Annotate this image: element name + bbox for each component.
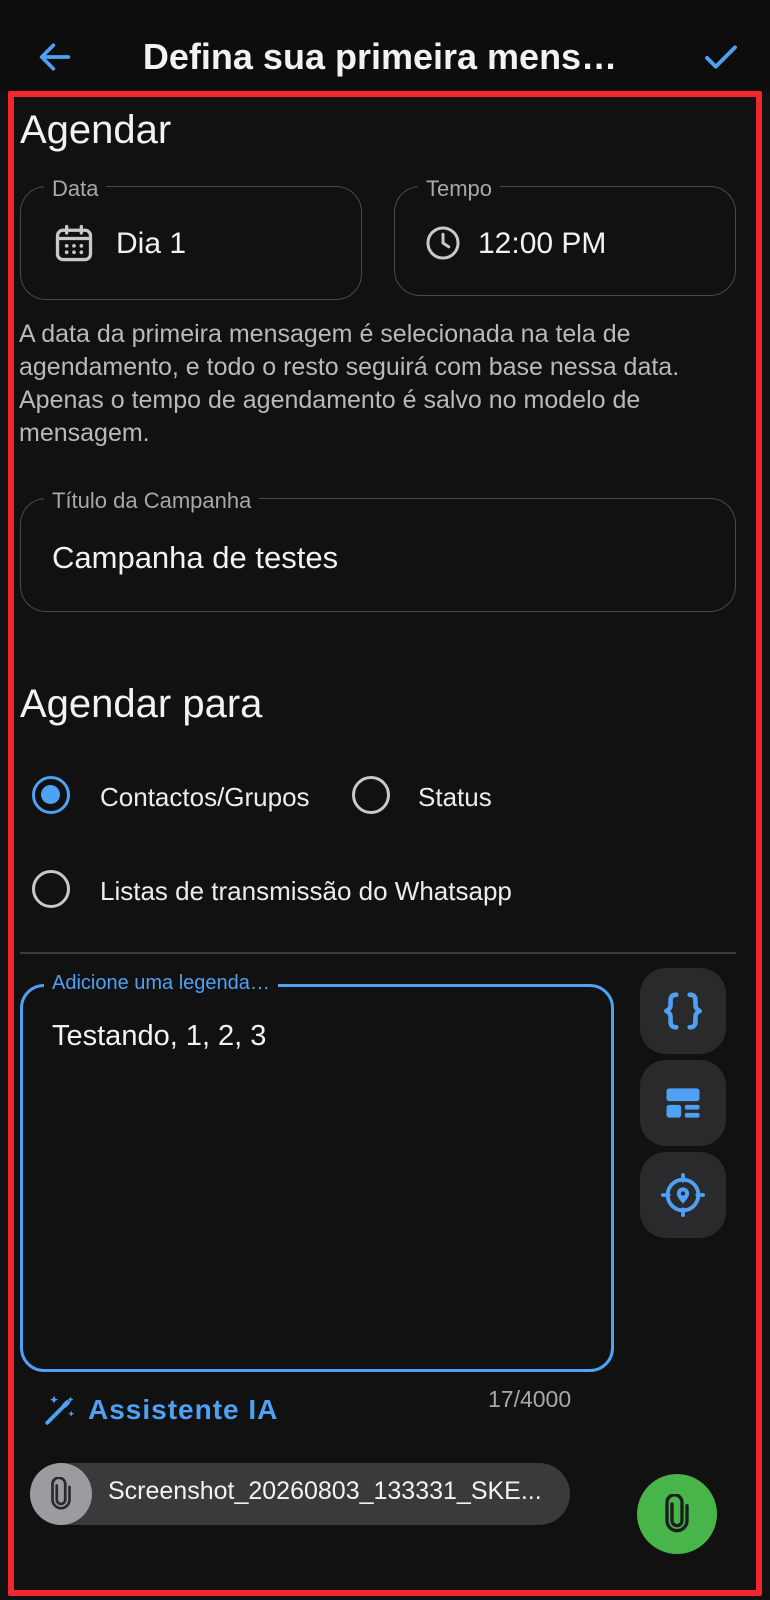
attach-fab-button[interactable] [637, 1474, 717, 1554]
radio-broadcast-lists-label: Listas de transmissão do Whatsapp [100, 876, 512, 906]
schedule-for-title: Agendar para [20, 682, 263, 726]
ai-assistant-label: Assistente IA [88, 1394, 279, 1425]
templates-button[interactable] [640, 1060, 726, 1146]
caption-char-counter: 17/4000 [488, 1386, 572, 1412]
radio-broadcast-lists[interactable] [32, 870, 70, 908]
campaign-title-label: Título da Campanha [44, 488, 260, 514]
curly-braces-icon [664, 992, 702, 1030]
radio-contacts-groups[interactable] [32, 776, 70, 814]
confirm-button[interactable] [696, 32, 746, 82]
attachment-file-name: Screenshot_20260803_133331_SKE... [108, 1477, 542, 1505]
variables-button[interactable] [640, 968, 726, 1054]
schedule-section-title: Agendar [20, 108, 172, 152]
date-field-label: Data [44, 176, 107, 202]
radio-contacts-groups-label: Contactos/Grupos [100, 782, 310, 812]
section-divider [20, 952, 736, 954]
caption-input-value: Testando, 1, 2, 3 [52, 1020, 267, 1052]
check-icon [705, 45, 737, 69]
date-field-value: Dia 1 [116, 227, 187, 260]
back-button[interactable] [30, 32, 80, 82]
clock-icon [424, 224, 462, 267]
template-icon [666, 1088, 700, 1118]
magic-wand-icon [45, 1395, 75, 1425]
radio-status-label: Status [418, 782, 492, 812]
page-title: Defina sua primeira mens… [142, 36, 618, 77]
arrow-left-icon [39, 43, 71, 71]
time-field-label: Tempo [418, 176, 501, 202]
paperclip-icon [665, 1494, 689, 1533]
location-button[interactable] [640, 1152, 726, 1238]
app-bar: Defina sua primeira mens… [0, 0, 770, 92]
attachment-chip-icon-wrap [30, 1463, 92, 1525]
caption-input-label: Adicione uma legenda… [44, 972, 278, 995]
calendar-icon [52, 222, 96, 271]
campaign-title-value: Campanha de testes [52, 540, 339, 575]
attachment-chip[interactable]: Screenshot_20260803_133331_SKE... [30, 1463, 570, 1525]
time-field-value: 12:00 PM [478, 227, 607, 260]
ai-assistant-button[interactable]: Assistente IA [42, 1392, 278, 1428]
paperclip-icon [51, 1477, 71, 1510]
location-icon [660, 1172, 706, 1218]
schedule-help-text: A data da primeira mensagem é selecionad… [19, 320, 680, 447]
radio-status[interactable] [352, 776, 390, 814]
